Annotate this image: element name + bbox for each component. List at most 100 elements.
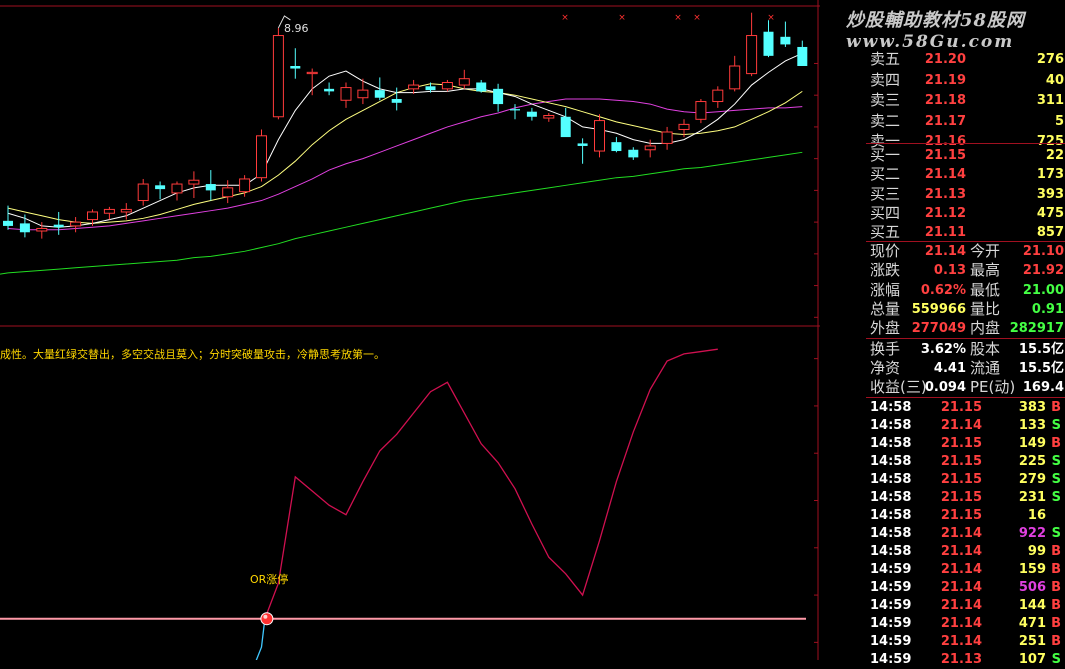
tick-side: S [1051,526,1061,541]
tick-row: 14:59 21.14 159 B [866,561,1061,579]
candle-body-up [594,120,605,152]
quote-value-2: 282917 [1009,321,1064,337]
candle-body-down [577,143,588,146]
or-limit-up-label: OR涨停 [250,573,289,586]
high-price-label: 8.96 [284,22,309,35]
stats-value-2: 15.5亿 [1018,361,1064,376]
candle-body-up [458,78,470,86]
tick-time: 14:58 [870,436,912,451]
candle-body-up [746,35,758,75]
tick-time: 14:58 [870,490,912,505]
bid-label: 买三 [870,184,901,203]
stats-row: 换手 3.62% 股本 15.5亿 [866,340,1065,359]
ask-volume: 40 [1045,72,1064,88]
tick-price: 21.14 [940,562,982,577]
candle-body-down [797,46,808,66]
bid-price: 21.12 [924,205,966,221]
candle-body-up [87,211,98,221]
tick-price: 21.15 [940,436,982,451]
ask-volume: 276 [1036,52,1064,67]
tick-volume: 159 [1018,562,1046,577]
tick-price: 21.15 [940,400,982,415]
tick-row: 14:58 21.15 383 B [866,399,1061,417]
tick-price: 21.15 [940,508,982,523]
candle-body-down [3,220,13,226]
stats-label: 净资 [870,359,901,377]
quote-row: 总量 559966 量比 0.91 [866,300,1065,319]
candle-body-up [70,221,82,227]
candle-body-up [256,135,267,179]
ask-row: 卖二 21.17 5 [866,112,1065,131]
bid-row: 买四 21.12 475 [866,204,1065,223]
candle-body-up [357,89,369,99]
ask-row: 卖三 21.18 311 [866,91,1065,110]
tick-price: 21.15 [940,490,982,505]
bid-volume: 857 [1036,225,1064,241]
tick-row: 14:58 21.14 133 S [866,417,1061,435]
tick-side: B [1051,562,1061,577]
quote-value-2: 0.91 [1031,301,1064,317]
bid-price: 21.15 [924,148,966,163]
signal-marker: × [693,13,701,23]
ticks-divider [866,397,1065,398]
bid-label: 买四 [870,203,901,222]
kline-chart-area[interactable]: ××××× 8.508.258.007.757.507.257.006.756.… [0,0,820,660]
tick-time: 14:58 [870,454,912,469]
tick-price: 21.14 [940,526,982,541]
tick-side: S [1051,472,1061,487]
quote-value: 21.14 [924,244,966,259]
candle-body-up [36,227,48,232]
candle-body-up [695,101,707,120]
ask-label: 卖三 [870,91,901,109]
candle-body-down [780,36,791,45]
stats-divider [866,338,1065,339]
candle-body-up [644,145,656,151]
quote-value: 0.13 [933,263,966,279]
quote-label: 总量 [870,299,901,318]
candle-body-down [493,88,504,105]
bid-label: 买五 [870,223,901,242]
tick-time: 14:58 [870,418,912,433]
ask-volume: 311 [1036,93,1064,108]
tick-row: 14:58 21.15 231 S [866,489,1061,507]
tick-side: B [1051,436,1061,451]
indicator-scroll-text: 成性。大量红绿交替出，多空交战且莫入；分时突破量攻击，冷静思考放第一。 [0,348,385,361]
tick-side: B [1051,400,1061,415]
tick-volume: 107 [1018,652,1046,667]
tick-price: 21.14 [940,418,982,433]
candle-body-down [391,99,402,103]
quote-label-2: 今开 [970,242,1001,260]
tick-price: 21.14 [940,544,982,559]
quote-row: 涨幅 0.62% 最低 21.00 [866,281,1065,300]
quote-label-2: 最高 [970,261,1001,280]
bid-volume: 22 [1045,148,1064,163]
candle-body-down [510,109,520,111]
bid-price: 21.13 [924,186,966,202]
quote-value-2: 21.92 [1022,263,1064,279]
book-divider [866,143,1065,144]
tick-side: S [1051,652,1061,667]
candle-body-up [408,84,420,90]
tick-time: 14:58 [870,472,912,487]
tick-side: B [1051,544,1061,559]
tick-volume: 144 [1018,598,1046,613]
tick-row: 14:58 21.14 99 B [866,543,1061,561]
bid-volume: 393 [1036,186,1064,202]
quote-panel: 卖五 21.20 276 卖四 21.19 40 卖三 21.18 311 卖二 21.17 5 卖一 2… [866,0,1065,667]
quote-value: 277049 [911,321,966,337]
quote-value-2: 21.00 [1022,282,1064,298]
tick-volume: 16 [1027,508,1046,523]
bid-volume: 173 [1036,167,1064,183]
tick-row: 14:59 21.14 251 B [866,633,1061,651]
candle-body-down [290,66,301,69]
candle-body-down [560,116,571,138]
sub-line-below [255,618,266,660]
stats-row: 收益(三) 0.094 PE(动) 169.4 [866,378,1065,397]
quote-label: 涨幅 [870,280,901,299]
candle-body-up [222,187,234,198]
tick-price: 21.14 [940,580,982,595]
ask-row: 卖五 21.20 276 [866,50,1065,69]
tick-volume: 922 [1018,526,1046,541]
quote-label-2: 最低 [970,280,1001,299]
candle-body-up [120,208,132,213]
